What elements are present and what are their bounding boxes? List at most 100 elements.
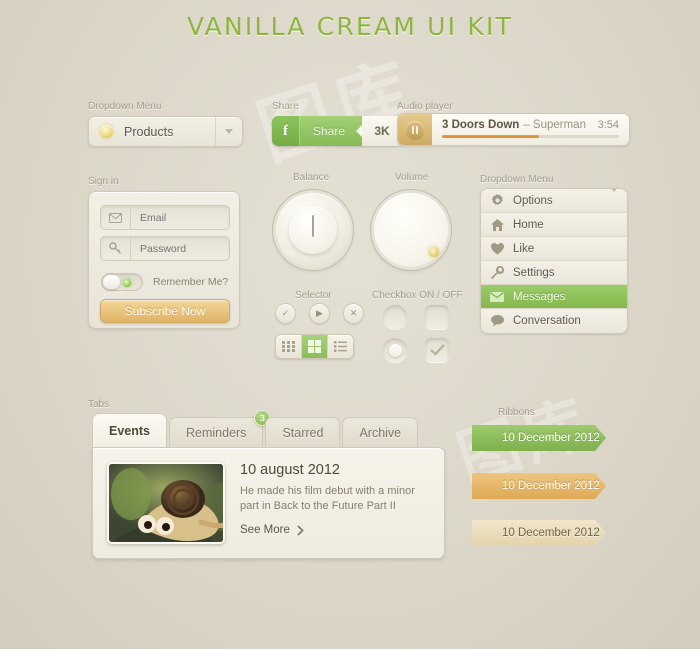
toggle-knob [103,275,120,289]
heart-icon [481,242,513,255]
see-more-label: See More [240,524,290,536]
play-icon[interactable]: ▶ [309,303,330,324]
snail-photo[interactable] [107,462,225,544]
checkbox-on[interactable] [425,338,449,362]
radio-off[interactable] [383,305,407,329]
selector-label: Selector [295,290,332,301]
selector-buttons: ✓ ▶ ✕ [275,303,364,324]
volume-label: Volume [395,172,429,183]
tabs-widget: Events Reminders 3 Starred Archive 10 au… [92,410,445,559]
menu-label: Dropdown Menu [480,174,554,185]
chevron-down-icon[interactable] [215,117,242,146]
event-description: He made his film debut with a minor part… [240,485,415,512]
small-grid-icon[interactable] [276,335,302,358]
radio-on[interactable] [383,338,407,362]
bulb-icon [100,125,113,138]
remember-me-label: Remember Me? [153,276,229,288]
password-field[interactable] [100,236,230,261]
tab-panel: 10 august 2012 He made his film debut wi… [92,447,445,559]
share-button[interactable]: f Share 3K [272,116,403,146]
tab-reminders[interactable]: Reminders 3 [169,410,271,447]
menu-item-label: Options [513,194,553,207]
menu-item-label: Conversation [513,315,581,327]
audio-player-label: Audio player [397,101,453,112]
audio-track: – Superman [523,118,586,131]
home-icon [481,218,513,231]
check-icon[interactable]: ✓ [275,303,296,324]
menu-item-settings[interactable]: Settings [481,261,627,285]
email-input[interactable] [131,211,216,224]
toggle-led-icon [123,279,131,287]
tab-label: Events [109,423,150,438]
checkbox-group [383,305,459,362]
list-icon[interactable] [328,335,353,358]
audio-duration: 3:54 [597,118,619,131]
audio-player: 3 Doors Down – Superman 3:54 [397,113,630,146]
tab-content-text: 10 august 2012 He made his film debut wi… [240,462,430,544]
chevron-down-icon[interactable] [610,189,618,210]
email-field[interactable] [100,205,230,230]
tab-label: Archive [359,425,402,440]
checkbox-label: Checkbox ON / OFF [372,290,463,301]
audio-progress-bar[interactable] [442,135,619,138]
gear-icon [481,194,513,207]
chevron-right-icon [297,524,304,536]
balance-knob[interactable] [276,193,350,267]
pause-icon [406,120,424,139]
dropdown-selected-value: Products [124,124,174,139]
ribbons-label: Ribbons [498,407,535,418]
view-mode-segmented-control [275,334,354,359]
menu-item-options[interactable]: Options [481,189,627,213]
balance-indicator-icon [312,215,314,237]
dropdown-menu-expanded: Options Home Like Settings Messages Conv… [480,188,628,334]
signin-label: Sign in [88,176,119,187]
ribbon-text: 10 December 2012 [502,527,600,539]
menu-item-conversation[interactable]: Conversation [481,309,627,333]
event-date: 10 august 2012 [240,462,340,478]
password-input[interactable] [131,242,216,255]
pause-button[interactable] [398,114,432,145]
dropdown-closed-label: Dropdown Menu [88,101,162,112]
menu-item-like[interactable]: Like [481,237,627,261]
chat-bubble-icon [481,315,513,327]
tab-events[interactable]: Events [92,413,167,447]
volume-knob[interactable] [374,193,448,267]
signin-form: Remember Me? Subscribe Now [88,191,240,329]
tab-starred[interactable]: Starred [265,417,341,447]
subscribe-button[interactable]: Subscribe Now [100,299,230,323]
wrench-icon [481,266,513,279]
ribbon-text: 10 December 2012 [502,432,600,444]
key-icon [101,237,131,260]
share-button-label[interactable]: Share [300,116,363,146]
audio-body: 3 Doors Down – Superman 3:54 [432,114,629,145]
large-grid-icon[interactable] [302,335,328,358]
share-label: Share [272,101,299,112]
ribbon-cream[interactable]: 10 December 2012 [472,520,606,546]
remember-me-toggle[interactable] [101,273,143,291]
checkbox-off[interactable] [425,305,449,329]
envelope-icon [481,291,513,302]
ribbon-text: 10 December 2012 [502,480,600,492]
dropdown-closed[interactable]: Products [88,116,243,147]
tab-archive[interactable]: Archive [342,417,419,447]
tab-label: Reminders [186,425,247,440]
facebook-icon[interactable]: f [272,116,300,146]
close-icon[interactable]: ✕ [343,303,364,324]
menu-item-home[interactable]: Home [481,213,627,237]
balance-label: Balance [293,172,330,183]
page-title: VANILLA CREAM UI KIT [186,12,514,41]
ribbon-green[interactable]: 10 December 2012 [472,425,606,451]
envelope-icon [101,206,131,229]
menu-item-label: Like [513,242,535,255]
menu-item-label: Home [513,218,544,231]
menu-item-label: Messages [513,290,566,303]
menu-item-label: Settings [513,266,555,279]
ribbon-gold[interactable]: 10 December 2012 [472,473,606,499]
audio-artist: 3 Doors Down [442,118,520,131]
tabs-label: Tabs [88,399,110,410]
volume-indicator-icon [429,247,439,257]
tab-label: Starred [282,425,324,440]
see-more-link[interactable]: See More [240,524,430,536]
menu-item-messages[interactable]: Messages [481,285,627,309]
tab-list: Events Reminders 3 Starred Archive [92,410,445,447]
